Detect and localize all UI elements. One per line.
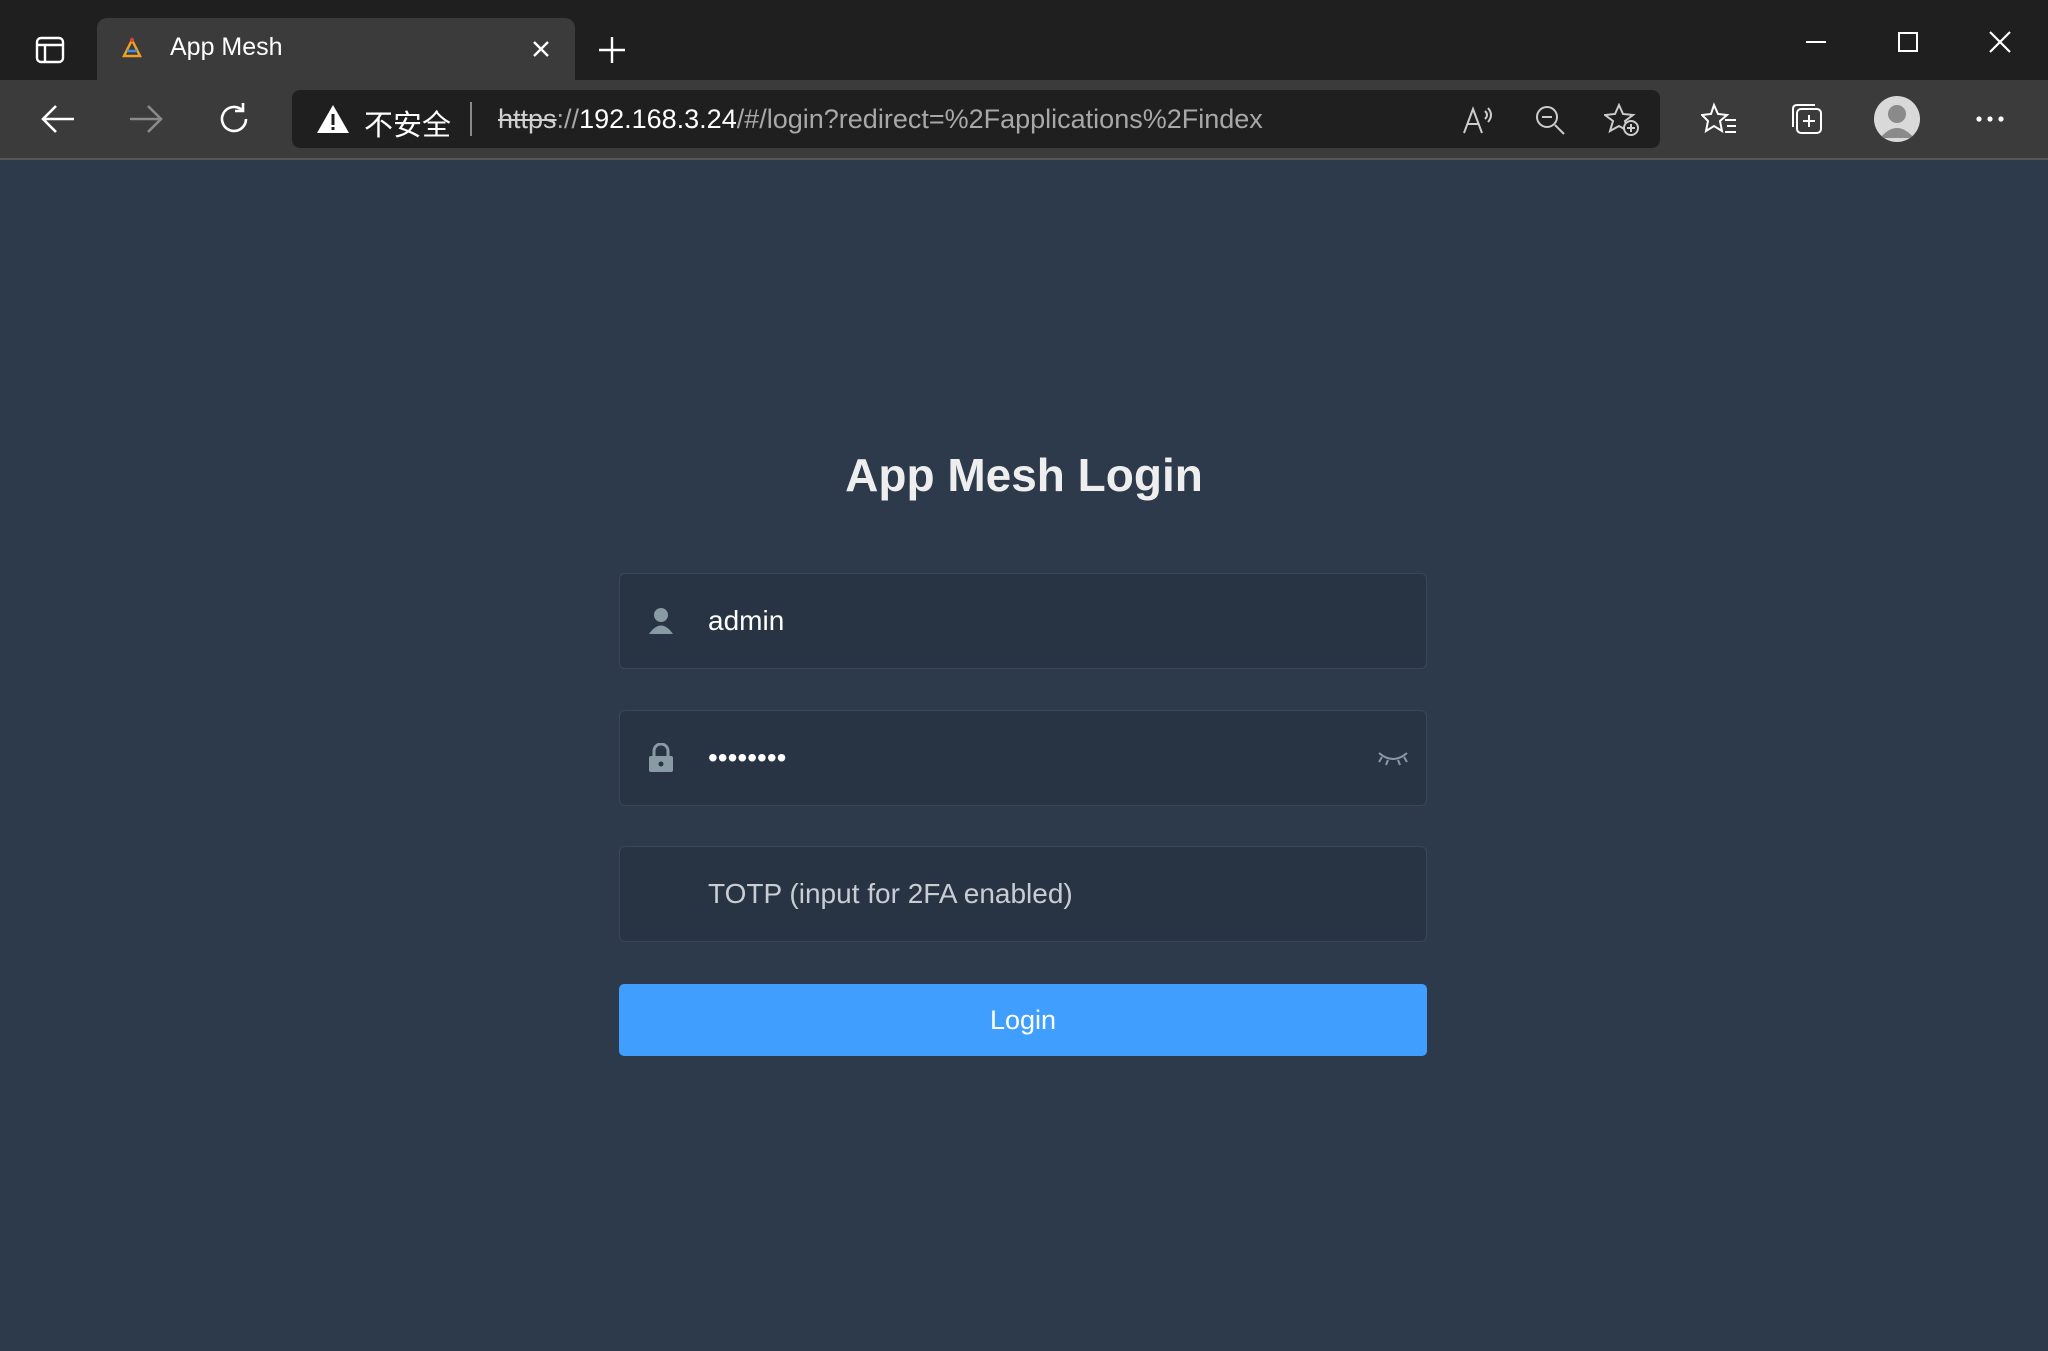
totp-input[interactable] <box>708 847 1348 941</box>
zoom-out-icon[interactable] <box>1532 102 1568 138</box>
profile-avatar[interactable] <box>1874 96 1920 142</box>
tab-title: App Mesh <box>170 33 283 61</box>
favorites-icon[interactable] <box>1696 96 1742 142</box>
url-scheme: https <box>498 104 557 134</box>
totp-field[interactable] <box>619 846 1427 942</box>
new-tab-plus-icon[interactable] <box>592 30 632 70</box>
not-secure-label[interactable]: 不安全 <box>364 102 451 144</box>
read-aloud-icon[interactable] <box>1460 102 1496 138</box>
sidebar-toggle-icon[interactable] <box>30 30 70 70</box>
password-input[interactable] <box>708 711 1348 805</box>
url-path: /#/login?redirect=%2Fapplications%2Finde… <box>736 104 1263 134</box>
login-page: App Mesh Login Login <box>0 160 2048 1351</box>
address-divider <box>470 102 472 136</box>
close-tab-icon[interactable] <box>527 35 555 63</box>
window-close-icon[interactable] <box>1970 20 2030 64</box>
username-field[interactable] <box>619 573 1427 669</box>
username-input[interactable] <box>708 574 1348 668</box>
forward-arrow-icon[interactable] <box>123 96 169 142</box>
url-text[interactable]: https://192.168.3.24/#/login?redirect=%2… <box>498 104 1263 135</box>
url-host: 192.168.3.24 <box>579 104 737 134</box>
password-field[interactable] <box>619 710 1427 806</box>
login-title: App Mesh Login <box>845 449 1203 501</box>
warning-icon[interactable] <box>316 104 350 134</box>
url-separator: :// <box>556 104 580 134</box>
app-mesh-favicon <box>119 36 145 62</box>
address-bar[interactable]: 不安全 https://192.168.3.24/#/login?redirec… <box>292 90 1660 148</box>
eye-closed-icon[interactable] <box>1376 745 1410 771</box>
browser-titlebar: App Mesh <box>0 0 2048 80</box>
more-icon[interactable] <box>1967 96 2013 142</box>
browser-tab[interactable]: App Mesh <box>97 18 575 80</box>
add-favorite-icon[interactable] <box>1604 102 1640 138</box>
lock-icon <box>646 743 676 773</box>
collections-icon[interactable] <box>1784 96 1830 142</box>
refresh-icon[interactable] <box>211 96 257 142</box>
maximize-icon[interactable] <box>1878 20 1938 64</box>
minimize-icon[interactable] <box>1786 20 1846 64</box>
back-arrow-icon[interactable] <box>35 96 81 142</box>
login-button[interactable]: Login <box>619 984 1427 1056</box>
browser-toolbar: 不安全 https://192.168.3.24/#/login?redirec… <box>0 80 2048 160</box>
user-icon <box>646 606 676 636</box>
